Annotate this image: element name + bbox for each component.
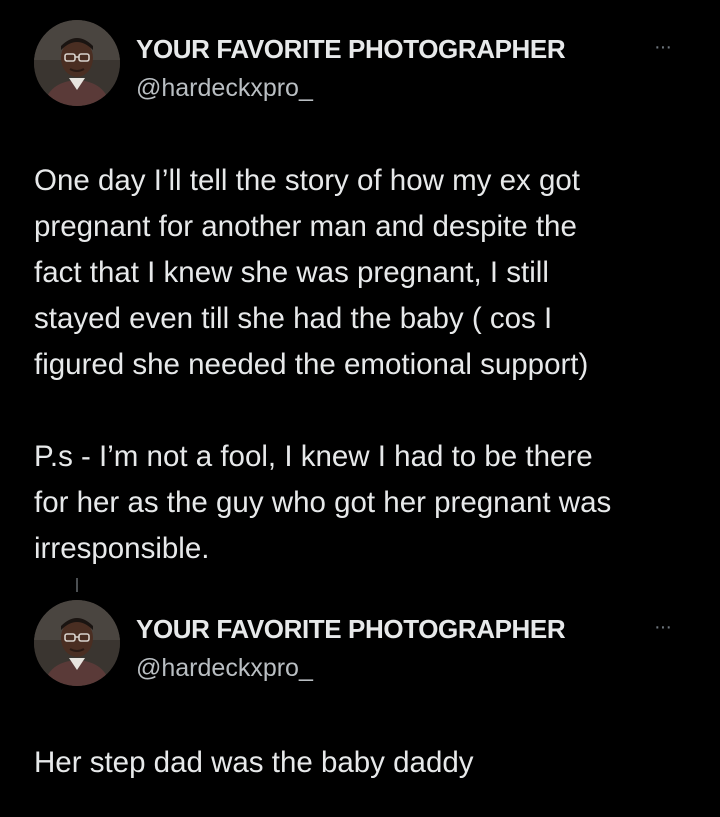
more-horizontal-icon[interactable]: ···	[654, 616, 672, 639]
avatar[interactable]	[34, 600, 120, 686]
tweet-text: Her step dad was the baby daddy	[34, 740, 474, 786]
user-handle[interactable]: @hardeckxpro_	[136, 74, 313, 103]
tweet-text-line: One day I’ll tell the story of how my ex…	[34, 164, 580, 197]
tweet-text-line: for her as the guy who got her pregnant …	[34, 486, 612, 519]
tweet-text-line: fact that I knew she was pregnant, I sti…	[34, 256, 549, 289]
tweet-text-line: irresponsible.	[34, 532, 210, 565]
display-name[interactable]: YOUR FAVORITE PHOTOGRAPHER	[136, 614, 566, 645]
more-horizontal-icon[interactable]: ···	[654, 36, 672, 59]
tweet-text-line: pregnant for another man and despite the	[34, 210, 577, 243]
tweet-text: One day I’ll tell the story of how my ex…	[34, 158, 611, 572]
avatar[interactable]	[34, 20, 120, 106]
thread-connector-line	[76, 578, 78, 592]
tweet-text-line: stayed even till she had the baby ( cos …	[34, 302, 553, 335]
display-name[interactable]: YOUR FAVORITE PHOTOGRAPHER	[136, 34, 566, 65]
tweet-text-line: figured she needed the emotional support…	[34, 348, 589, 381]
tweet-text-line: Her step dad was the baby daddy	[34, 746, 474, 779]
user-handle[interactable]: @hardeckxpro_	[136, 654, 313, 683]
tweet-text-line: P.s - I’m not a fool, I knew I had to be…	[34, 440, 593, 473]
